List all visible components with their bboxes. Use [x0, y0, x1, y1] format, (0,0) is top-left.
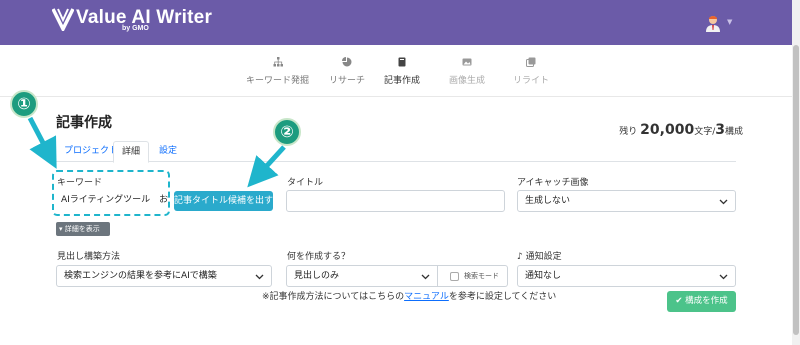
page-title: 記事作成: [56, 115, 112, 131]
scrollbar-thumb[interactable]: [793, 45, 799, 335]
step-badge-1: ①: [10, 90, 38, 118]
arrow-1: [27, 116, 57, 169]
nav-item-rewrite[interactable]: リライト: [513, 57, 549, 86]
search-mode-checkbox[interactable]: [450, 272, 459, 281]
image-icon: [462, 58, 472, 66]
search-mode-label: 検索モード: [464, 272, 499, 280]
chevron-down-icon: [421, 274, 430, 280]
notify-select[interactable]: 通知なし: [517, 265, 736, 287]
remain-count: 3: [715, 122, 725, 138]
chevron-down-icon[interactable]: ▼: [727, 18, 732, 26]
remaining-quota: 残り 20,000文字/3構成: [619, 122, 743, 138]
nav-item-keyword[interactable]: キーワード発掘: [246, 57, 309, 86]
note-prefix: ※記事作成方法についてはこちらの: [262, 292, 405, 302]
heading-method-select[interactable]: 検索エンジンの結果を参考にAIで構築: [56, 265, 272, 287]
manual-link[interactable]: マニュアル: [404, 292, 449, 302]
chevron-down-icon: [719, 274, 728, 280]
notify-value: 通知なし: [525, 271, 562, 281]
logo-by-gmo: by GMO: [122, 25, 149, 32]
tab-detail[interactable]: 詳細: [113, 141, 150, 163]
heading-method-label: 見出し構築方法: [57, 252, 121, 262]
chevron-down-icon: [719, 199, 728, 205]
nav-label: リライト: [513, 76, 550, 86]
nav-item-article[interactable]: 記事作成: [384, 57, 420, 86]
create-outline-button[interactable]: ✔ 構成を作成: [667, 291, 736, 312]
note-suffix: を参考に設定してください: [448, 292, 557, 302]
chevron-down-icon: ▾: [59, 225, 63, 233]
create-what-value: 見出しのみ: [294, 271, 340, 281]
remain-chars: 20,000: [640, 122, 695, 138]
music-note-icon: ♪: [517, 252, 523, 262]
top-header: Value AI Writer by GMO ▼: [0, 0, 800, 45]
nav-item-research[interactable]: リサーチ: [329, 57, 365, 86]
nav-label: 画像生成: [449, 76, 486, 86]
logo-mark-icon: [52, 8, 74, 31]
nav-item-image[interactable]: 画像生成: [449, 57, 485, 86]
book-icon: [398, 57, 406, 67]
title-input[interactable]: [286, 190, 505, 212]
step-badge-2: ②: [273, 118, 301, 146]
eyecatch-value: 生成しない: [525, 196, 571, 206]
pie-chart-icon: [342, 57, 352, 67]
notify-label: 通知設定: [525, 252, 562, 262]
eyecatch-select[interactable]: 生成しない: [517, 190, 736, 212]
show-details-label: 詳細を表示: [64, 225, 100, 233]
title-candidates-button[interactable]: 記事タイトル候補を出す: [174, 191, 273, 211]
heading-method-value: 検索エンジンの結果を参考にAIで構築: [64, 271, 217, 281]
keyword-highlight-box: [52, 170, 170, 216]
notify-label-wrap: ♪ 通知設定: [517, 249, 562, 262]
nav-label: 記事作成: [384, 76, 421, 86]
tab-settings[interactable]: 設定: [151, 141, 185, 162]
search-mode-group: 検索モード: [438, 265, 508, 287]
remain-suffix: 構成: [724, 127, 743, 137]
nav-label: キーワード発掘: [246, 76, 310, 86]
remain-unit: 文字/: [694, 127, 716, 137]
nav-label: リサーチ: [329, 76, 366, 86]
chevron-down-icon: [255, 274, 264, 280]
manual-note: ※記事作成方法についてはこちらのマニュアルを参考に設定してください: [262, 289, 556, 302]
show-details-button[interactable]: ▾ 詳細を表示: [56, 222, 110, 236]
eyecatch-label: アイキャッチ画像: [517, 178, 589, 188]
create-outline-label: 構成を作成: [685, 296, 728, 306]
sitemap-icon: [273, 57, 283, 67]
form-tabs: プロジェクト 詳細 設定: [56, 141, 736, 163]
title-label: タイトル: [287, 178, 324, 188]
remain-prefix: 残り: [619, 127, 638, 137]
check-circle-icon: ✔: [675, 296, 683, 306]
copy-icon: [526, 57, 536, 67]
user-avatar-icon[interactable]: [704, 14, 722, 32]
create-what-label: 何を作成する？: [287, 252, 351, 262]
feature-nav: キーワード発掘 リサーチ 記事作成 画像生成 リライト: [0, 45, 792, 97]
create-what-select[interactable]: 見出しのみ: [286, 265, 438, 287]
